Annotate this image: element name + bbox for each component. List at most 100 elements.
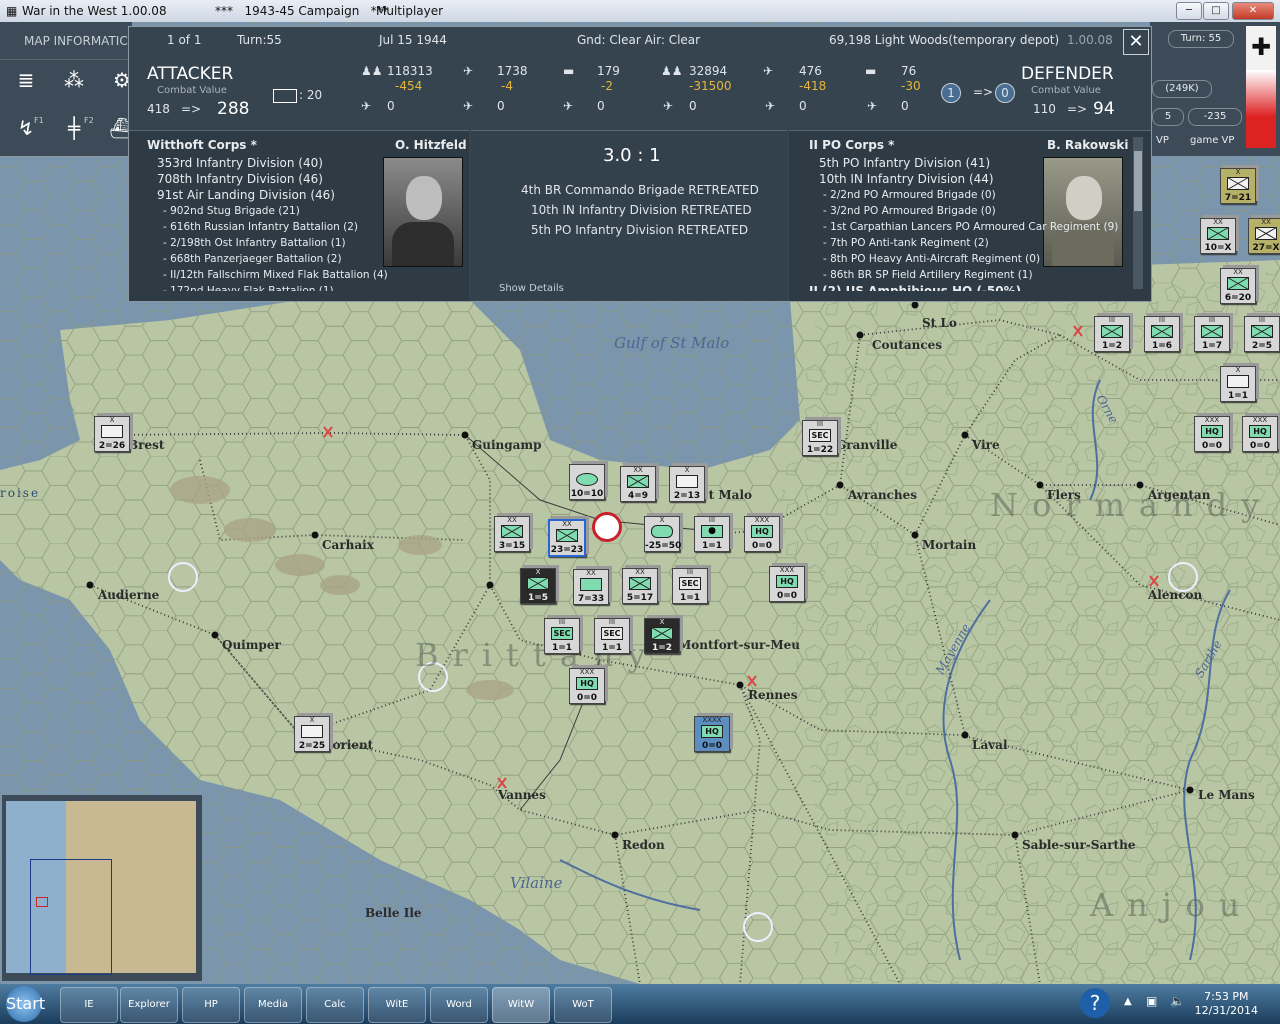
network-icon[interactable]: ▣: [1146, 994, 1157, 1008]
unit-counter[interactable]: III SEC 1=1: [672, 568, 708, 604]
attacker-title: ATTACKER: [147, 64, 234, 84]
unit-counter[interactable]: X 2=26: [94, 416, 130, 452]
list-item[interactable]: 5th PO Infantry Division (41): [819, 155, 1118, 171]
unit-counter[interactable]: XX 3=15: [494, 516, 530, 552]
scrollbar-thumb[interactable]: [1134, 151, 1142, 211]
list-item[interactable]: - 172nd Heavy Flak Battalion (1): [157, 283, 388, 291]
ie-taskbar-icon[interactable]: IE: [60, 987, 118, 1023]
list-item[interactable]: - 2/198th Ost Infantry Battalion (1): [157, 235, 388, 251]
unit-counter-selected[interactable]: XX 23=23: [548, 519, 586, 557]
unit-counter[interactable]: X 7=21: [1220, 168, 1256, 204]
system-clock[interactable]: 7:53 PM 12/31/2014: [1195, 990, 1258, 1018]
list-item[interactable]: 10th IN Infantry Division (44): [819, 171, 1118, 187]
city-vannes: Vannes: [498, 788, 546, 802]
maximize-button[interactable]: □: [1203, 2, 1229, 20]
unit-counter[interactable]: III 1=7: [1194, 316, 1230, 352]
attacker-hq[interactable]: Witthoft Corps *: [147, 138, 257, 152]
defender-hq[interactable]: II PO Corps *: [809, 138, 894, 152]
list-item[interactable]: II (2) US Amphibious HQ (-50%): [809, 283, 1118, 291]
explorer-taskbar-icon[interactable]: Explorer: [120, 987, 178, 1023]
infantry-symbol: [1207, 227, 1229, 240]
media-taskbar-icon[interactable]: Media: [244, 987, 302, 1023]
list-item[interactable]: - 616th Russian Infantry Battalion (2): [157, 219, 388, 235]
combat-weather: Gnd: Clear Air: Clear: [577, 33, 701, 47]
unit-counter[interactable]: XXX HQ 0=0: [1194, 416, 1230, 452]
def-fighter-icon: ✈: [765, 99, 776, 113]
list-item[interactable]: 708th Infantry Division (46): [157, 171, 388, 187]
list-item[interactable]: 353rd Infantry Division (40): [157, 155, 388, 171]
formation-icon[interactable]: ⁂: [54, 62, 94, 98]
scrollbar[interactable]: [1133, 137, 1143, 289]
city-coutances: Coutances: [872, 338, 943, 352]
unit-counter[interactable]: III SEC 1=1: [594, 618, 630, 654]
unit-counter[interactable]: X 1=5: [520, 568, 556, 604]
list-item[interactable]: - II/12th Fallschirm Mixed Flak Battalio…: [157, 267, 388, 283]
minimap-viewport-box[interactable]: [30, 859, 112, 975]
unit-counter[interactable]: III ● 1=1: [694, 516, 730, 552]
list-item[interactable]: - 86th BR SP Field Artillery Regiment (1…: [819, 267, 1118, 283]
attacker-leader[interactable]: O. Hitzfeld: [395, 138, 467, 152]
city-carhaix: Carhaix: [322, 538, 374, 552]
word-taskbar-icon[interactable]: Word: [430, 987, 488, 1023]
unit-counter[interactable]: X 2=25: [294, 716, 330, 752]
unit-counter[interactable]: XX 7=33: [573, 569, 609, 605]
minimize-button[interactable]: ─: [1176, 2, 1202, 20]
show-details-link[interactable]: Show Details: [499, 283, 564, 294]
selected-hex-marker[interactable]: [592, 512, 622, 542]
unit-counter[interactable]: III 2=5: [1244, 316, 1280, 352]
list-item[interactable]: - 1st Carpathian Lancers PO Armoured Car…: [819, 219, 1118, 235]
unit-counter[interactable]: X 1=1: [1220, 366, 1256, 402]
unit-counter[interactable]: XX 4=9: [620, 466, 656, 502]
unit-counter[interactable]: XXX HQ 0=0: [744, 516, 780, 552]
unit-counter[interactable]: III SEC 1=1: [544, 618, 580, 654]
defender-tanks-loss: -30: [901, 79, 921, 93]
list-item[interactable]: - 3/2nd PO Armoured Brigade (0): [819, 203, 1118, 219]
wot-taskbar-icon[interactable]: WoT: [554, 987, 612, 1023]
def-men-icon: ♟♟: [661, 64, 683, 78]
city-brest: Brest: [128, 438, 165, 452]
infantry-symbol: [1101, 325, 1123, 338]
unit-counter[interactable]: XX 10=X: [1200, 218, 1236, 254]
hp-taskbar-icon[interactable]: HP: [182, 987, 240, 1023]
city-quimper: Quimper: [222, 638, 281, 652]
unit-counter[interactable]: XX 5=17: [622, 568, 658, 604]
unit-counter[interactable]: XX 6=20: [1220, 268, 1256, 304]
help-icon[interactable]: ?: [1080, 988, 1110, 1018]
attacker-arrow: =>: [181, 102, 202, 116]
unit-counter[interactable]: 10=10: [569, 464, 605, 500]
minimap-view[interactable]: [6, 801, 196, 975]
list-item[interactable]: - 668th Panzerjaeger Battalion (2): [157, 251, 388, 267]
unit-counter[interactable]: X 2=13: [669, 466, 705, 502]
close-report-button[interactable]: ✕: [1123, 29, 1149, 55]
volume-icon[interactable]: 🔈: [1170, 994, 1185, 1008]
unit-counter[interactable]: XXX HQ 0=0: [769, 566, 805, 602]
unit-counter[interactable]: III 1=6: [1144, 316, 1180, 352]
start-button[interactable]: Start: [6, 986, 45, 1022]
unit-counter[interactable]: X -25=50: [644, 516, 681, 552]
witw-taskbar-icon[interactable]: WitW: [492, 987, 550, 1023]
close-window-button[interactable]: ✕: [1232, 2, 1274, 20]
defender-row2-c: 0: [901, 99, 909, 113]
minimap[interactable]: [2, 795, 202, 981]
unit-counter[interactable]: X 1=2: [644, 618, 680, 654]
unit-list-icon[interactable]: ≣: [6, 62, 46, 98]
list-item[interactable]: - 2/2nd PO Armoured Brigade (0): [819, 187, 1118, 203]
unit-counter[interactable]: III SEC 1=22: [802, 420, 838, 456]
unit-counter[interactable]: XX 27=X: [1248, 218, 1280, 254]
map-info-label[interactable]: MAP INFORMATIC: [0, 22, 132, 60]
map-info-panel: MAP INFORMATIC ≣ ⁂ ⚙ ↯ F1 ╪ F2 ⛴: [0, 22, 135, 157]
game-vp-label: game VP: [1190, 135, 1235, 146]
calc-taskbar-icon[interactable]: Calc: [306, 987, 364, 1023]
unit-counter[interactable]: XXX HQ 0=0: [569, 668, 605, 704]
list-item[interactable]: - 8th PO Heavy Anti-Aircraft Regiment (0…: [819, 251, 1118, 267]
list-item[interactable]: 91st Air Landing Division (46): [157, 187, 388, 203]
city-montfort: Montfort-sur-Meu: [678, 638, 800, 652]
list-item[interactable]: - 7th PO Anti-tank Regiment (2): [819, 235, 1118, 251]
unit-counter[interactable]: XXX HQ 0=0: [1242, 416, 1278, 452]
wite-taskbar-icon[interactable]: WitE: [368, 987, 426, 1023]
unit-counter[interactable]: XXXX HQ 0=0: [694, 716, 730, 752]
defender-leader[interactable]: B. Rakowski: [1047, 138, 1128, 152]
tray-chevron-icon[interactable]: ▲: [1124, 996, 1132, 1007]
unit-counter[interactable]: III 1=2: [1094, 316, 1130, 352]
list-item[interactable]: - 902nd Stug Brigade (21): [157, 203, 388, 219]
